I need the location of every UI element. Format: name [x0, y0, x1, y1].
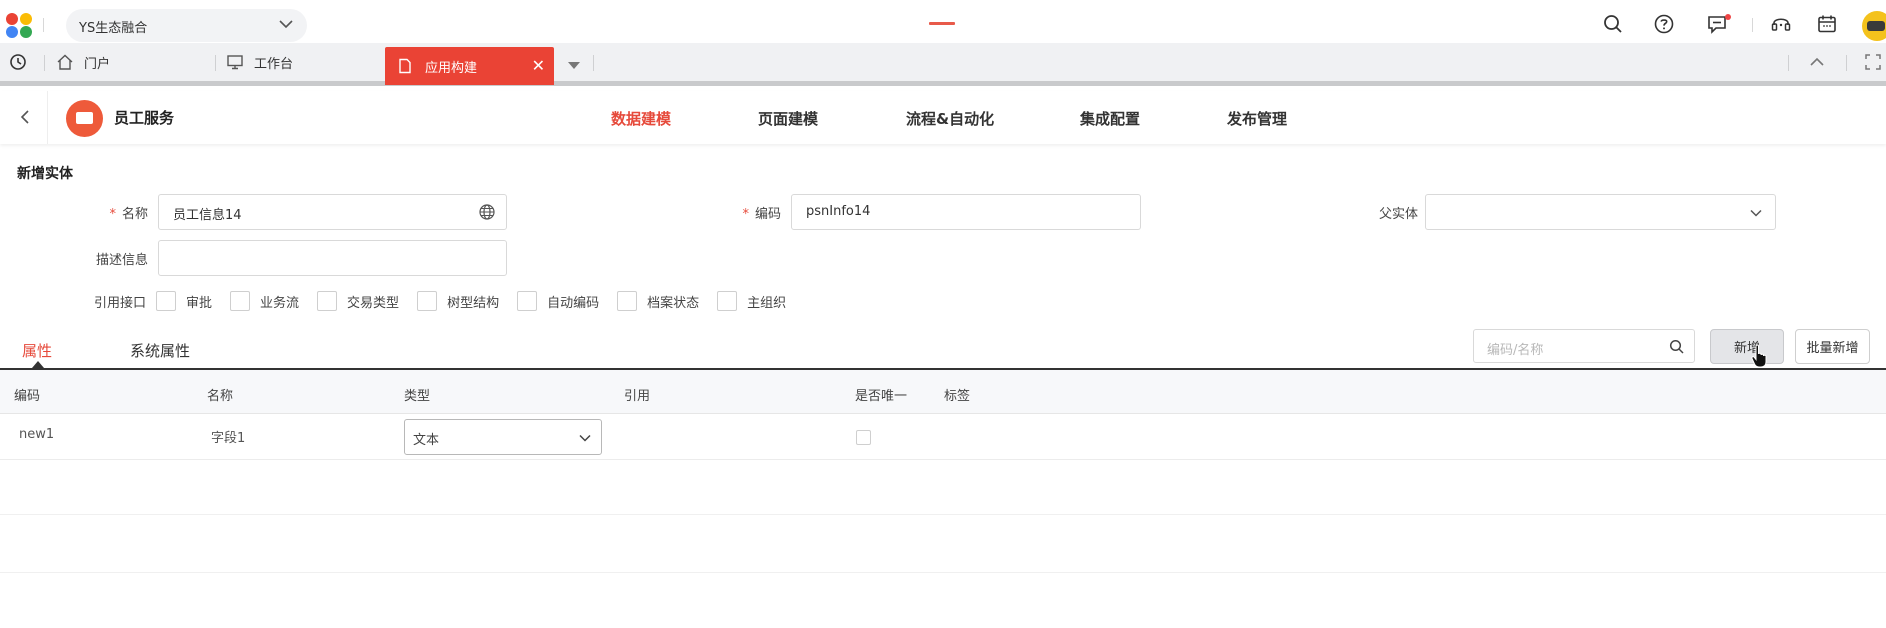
tab-app-builder[interactable]: 应用构建 ✕: [385, 47, 554, 85]
workspace-label: YS生态融合: [79, 21, 148, 36]
hand-cursor-icon: [1751, 344, 1767, 368]
search-icon[interactable]: [1602, 13, 1624, 35]
checkbox-business-flow[interactable]: 业务流: [230, 291, 299, 311]
back-button[interactable]: [0, 91, 48, 144]
checkbox-tree-structure[interactable]: 树型结构: [417, 291, 499, 311]
tab-system-attributes[interactable]: 系统属性: [130, 340, 190, 361]
chevron-down-icon: [579, 434, 591, 442]
column-header: 是否唯一: [855, 389, 908, 404]
tab-bar: 门户 工作台 应用构建 ✕: [0, 43, 1886, 86]
checkbox-auto-code[interactable]: 自动编码: [517, 291, 599, 311]
close-icon[interactable]: ✕: [532, 56, 545, 75]
divider: [0, 572, 1886, 573]
chevron-left-icon: [20, 110, 29, 124]
name-label: * 名称: [109, 207, 148, 222]
code-field[interactable]: psnInfo14: [791, 194, 1141, 230]
tab-attributes[interactable]: 属性: [22, 340, 52, 361]
column-header: 引用: [624, 389, 651, 404]
notification-dot: [1725, 14, 1731, 20]
cell-code[interactable]: new1: [19, 427, 54, 442]
unique-checkbox[interactable]: [856, 430, 871, 445]
tab-label: 应用构建: [425, 60, 478, 76]
code-value: psnInfo14: [806, 204, 871, 219]
interfaces-row: 引用接口 审批 业务流 交易类型 树型结构 自动编码 档案状态 主组织: [94, 290, 804, 312]
divider: [1788, 55, 1789, 71]
divider: [215, 55, 216, 71]
nav-publish-management[interactable]: 发布管理: [1227, 108, 1287, 129]
history-icon[interactable]: [9, 43, 37, 81]
divider: [1846, 55, 1847, 71]
checkbox-archive-status[interactable]: 档案状态: [617, 291, 699, 311]
nav-data-modeling[interactable]: 数据建模: [611, 108, 671, 129]
app-icon: [66, 100, 103, 137]
checkbox-transaction-type[interactable]: 交易类型: [317, 291, 399, 311]
collapse-up-icon[interactable]: [1808, 43, 1836, 81]
monitor-icon: [227, 55, 243, 70]
column-header: 标签: [944, 389, 971, 404]
column-header: 类型: [404, 389, 431, 404]
divider: [44, 55, 45, 71]
code-label: * 编码: [742, 207, 781, 222]
table-row[interactable]: new1 字段1 文本: [0, 414, 1886, 460]
fullscreen-icon[interactable]: [1864, 43, 1886, 81]
type-select[interactable]: 文本: [404, 419, 602, 455]
divider: [1752, 18, 1753, 32]
search-icon[interactable]: [1669, 339, 1685, 355]
batch-add-button[interactable]: 批量新增: [1795, 329, 1870, 364]
globe-icon[interactable]: [478, 203, 496, 221]
divider: [593, 55, 594, 71]
active-tab-indicator: [32, 361, 44, 368]
name-field[interactable]: 员工信息14: [158, 194, 507, 230]
top-header: YS生态融合: [0, 0, 1886, 43]
search-placeholder: 编码/名称: [1487, 343, 1544, 358]
tab-label: 门户: [84, 56, 111, 72]
document-icon: [399, 58, 411, 74]
type-value: 文本: [413, 433, 440, 448]
column-header: 名称: [207, 389, 234, 404]
tab-portal[interactable]: 门户: [56, 43, 110, 81]
nav-flow-automation[interactable]: 流程&自动化: [906, 108, 994, 129]
interfaces-label: 引用接口: [94, 295, 147, 311]
parent-entity-select[interactable]: [1425, 194, 1776, 230]
help-icon[interactable]: [1653, 13, 1675, 35]
calendar-icon[interactable]: [1816, 13, 1838, 35]
divider: [43, 18, 44, 32]
section-title: 新增实体: [17, 166, 73, 182]
nav-integration-config[interactable]: 集成配置: [1080, 108, 1140, 129]
avatar[interactable]: [1862, 11, 1886, 41]
checkbox-approval[interactable]: 审批: [156, 291, 212, 311]
workspace-select[interactable]: YS生态融合: [66, 9, 307, 42]
checkbox-main-org[interactable]: 主组织: [717, 291, 786, 311]
app-nav: 员工服务 数据建模 页面建模 流程&自动化 集成配置 发布管理: [0, 91, 1886, 144]
app-title: 员工服务: [114, 109, 175, 127]
search-input[interactable]: 编码/名称: [1473, 329, 1695, 363]
home-icon: [57, 54, 73, 70]
tab-workbench[interactable]: 工作台: [226, 43, 293, 81]
tab-menu-dropdown-icon[interactable]: [568, 62, 580, 69]
description-field[interactable]: [158, 240, 507, 276]
description-label: 描述信息: [95, 253, 148, 268]
column-header: 编码: [14, 389, 41, 404]
nav-page-modeling[interactable]: 页面建模: [758, 108, 818, 129]
parent-entity-label: 父实体: [1378, 207, 1418, 222]
table-header: 编码 名称 类型 引用 是否唯一 标签: [0, 370, 1886, 414]
tab-label: 工作台: [254, 56, 294, 72]
add-button[interactable]: 新增: [1710, 329, 1784, 364]
app-logo[interactable]: [6, 13, 34, 41]
name-value: 员工信息14: [173, 208, 242, 223]
headset-icon[interactable]: [1770, 13, 1792, 35]
chevron-down-icon: [279, 20, 293, 29]
divider: [0, 514, 1886, 515]
center-logo-mark: [929, 22, 955, 25]
cell-name[interactable]: 字段1: [211, 427, 245, 446]
chevron-down-icon: [1750, 209, 1762, 217]
